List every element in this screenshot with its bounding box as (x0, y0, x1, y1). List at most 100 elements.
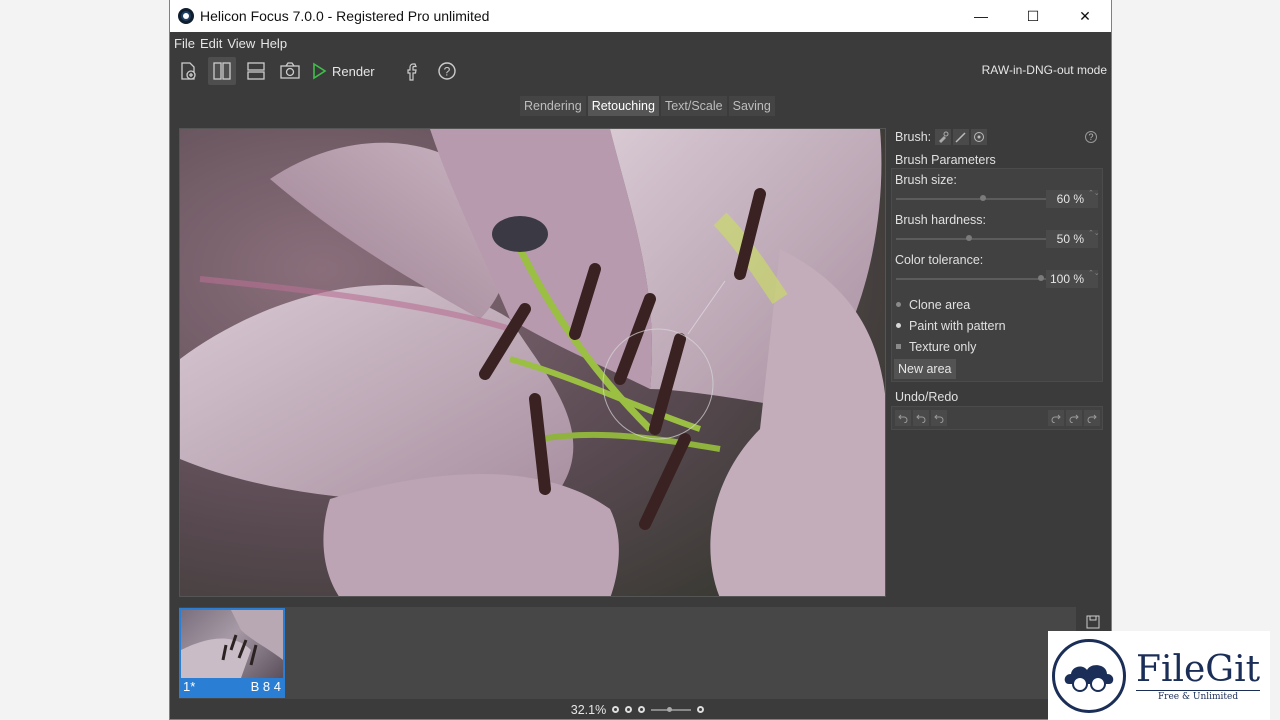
thumbnail-preview (181, 610, 283, 678)
brush-hardness-value[interactable]: 50 % (1046, 229, 1098, 248)
title-bar: Helicon Focus 7.0.0 - Registered Pro unl… (170, 0, 1111, 32)
eraser-button[interactable] (971, 129, 988, 145)
filegit-logo-icon (1052, 638, 1126, 713)
brush-hardness-slider[interactable]: 50 % (892, 229, 1102, 248)
redo-icon (1051, 414, 1061, 423)
paint-brush-button[interactable] (953, 129, 970, 145)
play-icon (313, 62, 327, 80)
toolbar: Render ? RAW-in-DNG-out mode (170, 54, 1111, 88)
undo-redo-box (891, 406, 1103, 430)
thumbnail-info: B 8 4 (250, 679, 281, 694)
color-tolerance-knob[interactable] (1038, 275, 1044, 281)
menu-bar: File Edit View Help (170, 32, 1111, 54)
redo-button[interactable] (1048, 410, 1064, 426)
image-canvas[interactable] (179, 128, 886, 597)
redo-all-button[interactable] (1084, 410, 1100, 426)
render-button[interactable]: Render (310, 62, 375, 80)
option-clone-area[interactable]: Clone area (892, 294, 1102, 315)
status-bar: 32.1% (170, 699, 1111, 720)
redo-icon (1069, 414, 1079, 423)
maximize-button[interactable]: ☐ (1007, 0, 1059, 32)
zoom-slider-knob[interactable] (667, 706, 673, 712)
clone-area-label: Clone area (909, 297, 971, 312)
help-button[interactable]: ? (433, 57, 461, 85)
camera-button[interactable] (276, 57, 304, 85)
filegit-watermark: FileGit Free & Unlimited (1048, 631, 1270, 720)
clone-brush-icon (939, 131, 949, 143)
clone-area-radio[interactable] (896, 302, 901, 307)
tab-rendering[interactable]: Rendering (520, 96, 586, 116)
menu-help[interactable]: Help (260, 36, 292, 51)
tab-text-scale[interactable]: Text/Scale (660, 96, 727, 116)
texture-only-label: Texture only (909, 339, 977, 354)
undo-redo-title: Undo/Redo (895, 390, 959, 404)
zoom-out-button[interactable] (638, 706, 646, 713)
tab-retouching[interactable]: Retouching (587, 96, 659, 116)
vertical-split-button[interactable] (208, 57, 236, 85)
color-tolerance-label: Color tolerance: (895, 253, 984, 267)
undo-step-button[interactable] (913, 410, 929, 426)
window-title: Helicon Focus 7.0.0 - Registered Pro unl… (200, 8, 490, 24)
redo-step-button[interactable] (1066, 410, 1082, 426)
undo-button[interactable] (895, 410, 911, 426)
brush-params-title: Brush Parameters (895, 153, 996, 167)
zoom-fit-button[interactable] (612, 706, 620, 713)
zoom-controls (612, 706, 710, 713)
thumbnail-index: 1* (183, 679, 196, 694)
undo-icon (898, 414, 908, 423)
zoom-in-button[interactable] (697, 706, 705, 713)
clone-brush-button[interactable] (935, 129, 952, 145)
minimize-button[interactable]: — (955, 0, 1007, 32)
svg-text:?: ? (443, 65, 450, 79)
camera-icon (280, 62, 300, 79)
brush-size-label: Brush size: (895, 173, 957, 187)
new-area-button[interactable]: New area (894, 359, 956, 379)
help-icon: ? (437, 62, 456, 80)
facebook-button[interactable] (399, 57, 427, 85)
paint-with-pattern-label: Paint with pattern (909, 318, 1006, 333)
zoom-level: 32.1% (570, 702, 607, 717)
filegit-name: FileGit (1136, 648, 1261, 690)
horizontal-split-icon (247, 62, 265, 80)
horizontal-split-button[interactable] (242, 57, 270, 85)
app-window: Helicon Focus 7.0.0 - Registered Pro unl… (169, 0, 1112, 720)
brush-hardness-label: Brush hardness: (895, 213, 987, 227)
brush-size-value[interactable]: 60 % (1046, 189, 1098, 208)
option-paint-with-pattern[interactable]: Paint with pattern (892, 315, 1102, 336)
filmstrip: 1* B 8 4 (179, 607, 1100, 699)
color-tolerance-value[interactable]: 100 % (1046, 269, 1098, 288)
tab-saving[interactable]: Saving (728, 96, 775, 116)
menu-view[interactable]: View (227, 36, 260, 51)
close-button[interactable]: ✕ (1059, 0, 1111, 32)
add-file-button[interactable] (174, 57, 202, 85)
retouch-panel: Brush: ? Brush Parameters Brush size: 60… (891, 126, 1103, 602)
texture-only-radio[interactable] (896, 344, 901, 349)
brush-label: Brush: (895, 130, 932, 144)
brush-size-slider[interactable]: 60 % (892, 189, 1102, 208)
color-tolerance-track (896, 278, 1046, 280)
brush-size-knob[interactable] (980, 195, 986, 201)
brush-params-box: Brush size: 60 % Brush hardness: 50 % Co… (891, 168, 1103, 382)
render-label: Render (332, 63, 375, 79)
brush-size-track (896, 198, 1046, 200)
paint-with-pattern-radio[interactable] (896, 323, 901, 328)
undo-all-button[interactable] (931, 410, 947, 426)
undo-icon (934, 414, 944, 423)
option-texture-only[interactable]: Texture only (892, 336, 1102, 357)
panel-help-icon[interactable]: ? (1085, 131, 1097, 143)
filegit-tagline: Free & Unlimited (1136, 689, 1261, 702)
vertical-split-icon (213, 62, 231, 80)
facebook-icon (407, 63, 417, 81)
color-tolerance-slider[interactable]: 100 % (892, 269, 1102, 288)
thumbnail-image (181, 610, 283, 678)
brush-icon (955, 132, 966, 143)
redo-icon (1087, 414, 1097, 423)
mode-tabs: Rendering Retouching Text/Scale Saving (520, 96, 775, 116)
zoom-actual-button[interactable] (625, 706, 633, 713)
brush-hardness-knob[interactable] (966, 235, 972, 241)
menu-file[interactable]: File (174, 36, 200, 51)
zoom-slider[interactable] (651, 706, 692, 712)
undo-icon (916, 414, 926, 423)
menu-edit[interactable]: Edit (200, 36, 227, 51)
thumbnail-item[interactable]: 1* B 8 4 (179, 608, 285, 698)
